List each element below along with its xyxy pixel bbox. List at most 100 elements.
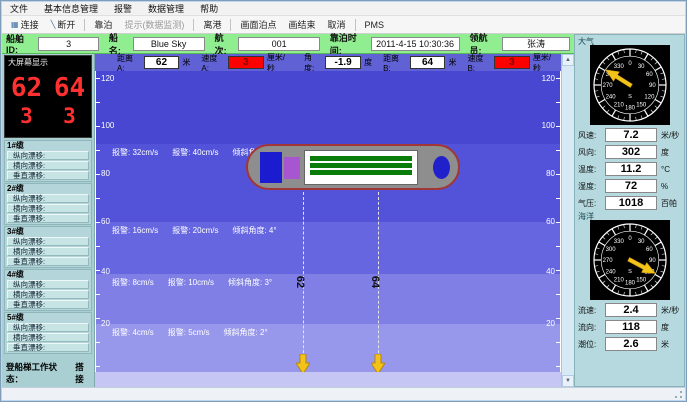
quay-strip bbox=[95, 372, 561, 387]
display-distance-a: 62 bbox=[11, 73, 42, 103]
cable3-lateral-drift-button[interactable]: 横向漂移: bbox=[7, 247, 89, 256]
y-axis-label: 120 bbox=[101, 74, 114, 83]
alarm-threshold-line: 报警: 8cm/s报警: 10cm/s倾斜角度: 3° bbox=[112, 277, 286, 288]
angle-value: -1.9 bbox=[325, 56, 361, 69]
menu-file[interactable]: 文件 bbox=[2, 2, 36, 15]
cable2-vertical-drift-button[interactable]: 垂直漂移: bbox=[7, 214, 89, 223]
pms-button[interactable]: PMS bbox=[359, 18, 391, 32]
menu-basic-info[interactable]: 基本信息管理 bbox=[36, 2, 106, 15]
y-axis-label: 120 bbox=[542, 74, 555, 83]
distance-marker-b-label: 64 bbox=[369, 276, 381, 288]
cable3-longitudinal-drift-button[interactable]: 纵向漂移: bbox=[7, 237, 89, 246]
y-axis-label: 20 bbox=[546, 319, 555, 328]
svg-text:30: 30 bbox=[637, 64, 644, 70]
cable1-lateral-drift-button[interactable]: 横向漂移: bbox=[7, 161, 89, 170]
cable-group-title: 5#缆 bbox=[5, 313, 91, 322]
plot-band bbox=[96, 71, 560, 144]
cable4-longitudinal-drift-button[interactable]: 纵向漂移: bbox=[7, 280, 89, 289]
svg-text:150: 150 bbox=[636, 278, 647, 284]
cable-group-title: 2#缆 bbox=[5, 184, 91, 193]
right-axis-ticks bbox=[556, 78, 560, 372]
humidity-row: 湿度: 72 % bbox=[575, 179, 684, 193]
pressure-label: 气压: bbox=[578, 198, 605, 209]
connect-button[interactable]: ▦ 连接 bbox=[5, 16, 45, 33]
pilot-field[interactable]: 张涛 bbox=[502, 37, 570, 51]
cable5-longitudinal-drift-button[interactable]: 纵向漂移: bbox=[7, 323, 89, 332]
ship-graphic[interactable] bbox=[246, 144, 460, 190]
berth-time-field[interactable]: 2011-4-15 10:30:36 bbox=[371, 37, 460, 51]
angle-unit: 度 bbox=[364, 57, 372, 68]
current-direction-gauge: 0306090120150180210240270300330 S bbox=[590, 220, 670, 300]
berth-time-label: 靠泊时间: bbox=[330, 31, 367, 57]
current-speed-label: 流速: bbox=[578, 305, 605, 316]
menu-help[interactable]: 帮助 bbox=[192, 2, 226, 15]
distance-b-label: 距离B: bbox=[383, 53, 407, 73]
cable-group-title: 1#缆 bbox=[5, 141, 91, 150]
svg-text:210: 210 bbox=[613, 103, 624, 109]
toolbar-separator bbox=[230, 19, 231, 31]
cable4-lateral-drift-button[interactable]: 横向漂移: bbox=[7, 290, 89, 299]
environment-panel: 大气 0306090120150180210240270300330 S 风速:… bbox=[574, 34, 685, 387]
y-axis-label: 40 bbox=[101, 267, 110, 276]
cable5-lateral-drift-button[interactable]: 横向漂移: bbox=[7, 333, 89, 342]
app-window: 文件 基本信息管理 报警 数据管理 帮助 ▦ 连接 ╲ 断开 靠泊 提示(数据监… bbox=[0, 0, 687, 402]
scroll-down-icon[interactable]: ▼ bbox=[562, 375, 574, 387]
svg-text:90: 90 bbox=[649, 83, 656, 89]
cable3-vertical-drift-button[interactable]: 垂直漂移: bbox=[7, 257, 89, 266]
cable2-lateral-drift-button[interactable]: 横向漂移: bbox=[7, 204, 89, 213]
scroll-up-icon[interactable]: ▲ bbox=[562, 54, 574, 66]
resize-grip-icon[interactable] bbox=[674, 390, 683, 399]
big-screen-title: 大屏幕显示 bbox=[5, 56, 91, 69]
voyage-field[interactable]: 001 bbox=[238, 37, 319, 51]
cable-group-5: 5#缆 纵向漂移: 横向漂移: 垂直漂移: bbox=[4, 312, 92, 354]
svg-text:150: 150 bbox=[636, 103, 647, 109]
wind-direction-row: 风向: 302 度 bbox=[575, 145, 684, 159]
cable2-longitudinal-drift-button[interactable]: 纵向漂移: bbox=[7, 194, 89, 203]
current-direction-value: 118 bbox=[605, 320, 657, 334]
hint-button[interactable]: 提示(数据监测) bbox=[118, 16, 190, 33]
temperature-unit: °C bbox=[661, 165, 670, 174]
display-speed-a: 3 bbox=[20, 103, 33, 129]
left-axis-ticks bbox=[96, 78, 100, 372]
berth-point-button[interactable]: 画面泊点 bbox=[234, 16, 282, 33]
cable5-vertical-drift-button[interactable]: 垂直漂移: bbox=[7, 343, 89, 352]
cable4-vertical-drift-button[interactable]: 垂直漂移: bbox=[7, 300, 89, 309]
speed-a-value: 3 bbox=[228, 56, 264, 69]
ship-bow bbox=[433, 156, 450, 179]
wind-speed-label: 风速: bbox=[578, 130, 605, 141]
status-bar bbox=[2, 387, 685, 400]
cable1-vertical-drift-button[interactable]: 垂直漂移: bbox=[7, 171, 89, 180]
chart-scrollbar[interactable]: ▲ ▼ bbox=[561, 54, 574, 387]
menu-alarm[interactable]: 报警 bbox=[106, 2, 140, 15]
cable-group-1: 1#缆 纵向漂移: 横向漂移: 垂直漂移: bbox=[4, 140, 92, 182]
wind-direction-unit: 度 bbox=[661, 147, 669, 158]
cable1-longitudinal-drift-button[interactable]: 纵向漂移: bbox=[7, 151, 89, 160]
toolbar-separator bbox=[84, 19, 85, 31]
pms-label: PMS bbox=[365, 20, 385, 30]
big-screen-display: 大屏幕显示 62 64 3 3 bbox=[4, 55, 92, 138]
ocean-group-title: 海洋 bbox=[575, 210, 684, 220]
svg-text:60: 60 bbox=[646, 247, 653, 253]
cable-group-2: 2#缆 纵向漂移: 横向漂移: 垂直漂移: bbox=[4, 183, 92, 225]
cancel-label: 取消 bbox=[327, 18, 345, 31]
draw-end-button[interactable]: 画结束 bbox=[282, 16, 321, 33]
distance-b-value: 64 bbox=[410, 56, 446, 69]
cable-group-4: 4#缆 纵向漂移: 横向漂移: 垂直漂移: bbox=[4, 269, 92, 311]
menu-data[interactable]: 数据管理 bbox=[140, 2, 192, 15]
alarm-threshold-line: 报警: 4cm/s报警: 5cm/s倾斜角度: 2° bbox=[112, 327, 282, 338]
ship-name-field[interactable]: Blue Sky bbox=[133, 37, 205, 51]
ship-bridge bbox=[260, 152, 282, 183]
current-speed-unit: 米/秒 bbox=[661, 305, 679, 316]
svg-text:270: 270 bbox=[602, 83, 613, 89]
ship-id-field[interactable]: 3 bbox=[38, 37, 99, 51]
speed-b-label: 速度B: bbox=[467, 53, 491, 73]
svg-text:270: 270 bbox=[602, 258, 613, 264]
ship-superstructure bbox=[284, 157, 300, 179]
disconnect-button[interactable]: ╲ 断开 bbox=[45, 16, 82, 33]
cable-group-3: 3#缆 纵向漂移: 横向漂移: 垂直漂移: bbox=[4, 226, 92, 268]
hint-label: 提示(数据监测) bbox=[124, 18, 184, 31]
berth-label: 靠泊 bbox=[94, 18, 112, 31]
connect-icon: ▦ bbox=[11, 20, 19, 29]
tide-level-label: 潮位: bbox=[578, 339, 605, 350]
wind-direction-gauge: 0306090120150180210240270300330 S bbox=[590, 45, 670, 125]
